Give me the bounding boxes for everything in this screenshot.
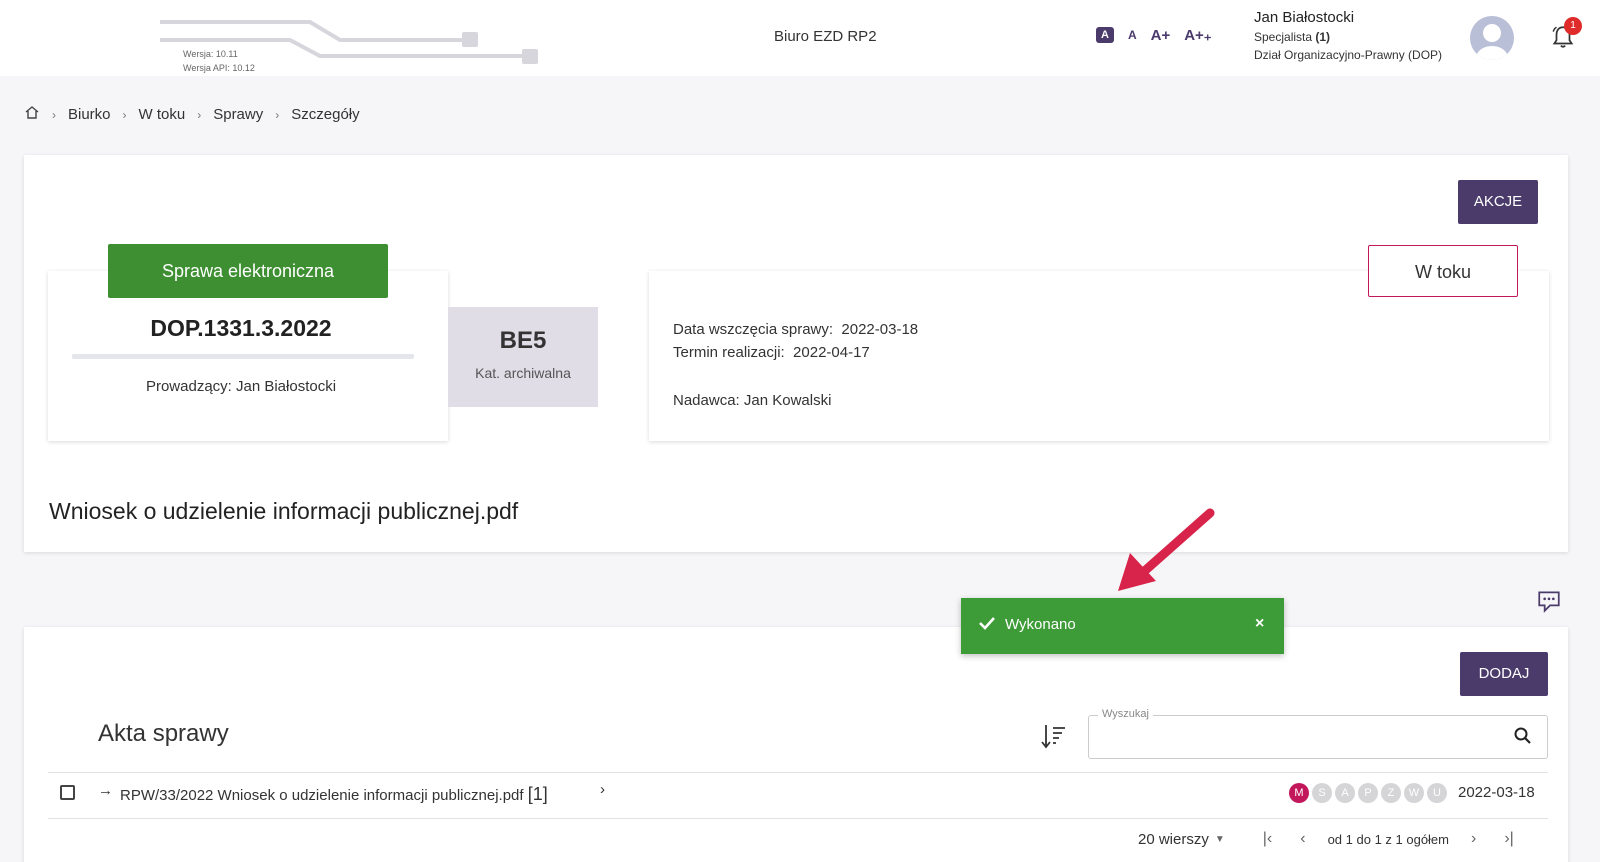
font-size-switcher: A A A+ A+₊ bbox=[1096, 26, 1212, 44]
search-input[interactable] bbox=[1088, 715, 1548, 759]
rows-per-page-select[interactable]: 20 wierszy bbox=[1138, 831, 1209, 848]
pagination: 20 wierszy ▼ |‹ ‹ od 1 do 1 z 1 ogółem ›… bbox=[1138, 830, 1528, 848]
breadcrumb: › Biurko › W toku › Sprawy › Szczegóły bbox=[24, 105, 360, 124]
check-icon bbox=[979, 616, 995, 634]
case-progress-bar bbox=[72, 354, 414, 359]
api-version-label: Wersja API: 10.12 bbox=[183, 63, 255, 73]
day-badge: U bbox=[1427, 783, 1447, 803]
archive-code: BE5 bbox=[499, 327, 547, 354]
font-size-normal[interactable]: A bbox=[1128, 28, 1137, 42]
annotation-arrow bbox=[1110, 505, 1220, 601]
day-badge: W bbox=[1404, 783, 1424, 803]
home-icon[interactable] bbox=[24, 105, 40, 124]
chevron-right-icon: › bbox=[197, 107, 202, 122]
user-name: Jan Białostocki bbox=[1254, 9, 1355, 26]
day-indicators: M S A P Z W U bbox=[1289, 783, 1447, 803]
app-title: Biuro EZD RP2 bbox=[774, 28, 877, 45]
top-header: Wersja: 10.11 Wersja API: 10.12 Biuro EZ… bbox=[0, 0, 1600, 76]
actions-button[interactable]: AKCJE bbox=[1458, 180, 1538, 224]
row-date: 2022-03-18 bbox=[1458, 784, 1535, 801]
arrow-right-icon: → bbox=[98, 782, 113, 799]
row-checkbox[interactable] bbox=[60, 785, 75, 800]
case-title: Wniosek o udzielenie informacji publiczn… bbox=[49, 498, 519, 524]
day-badge: S bbox=[1312, 783, 1332, 803]
last-page-icon[interactable]: ›| bbox=[1504, 830, 1513, 848]
font-size-large[interactable]: A+ bbox=[1151, 27, 1171, 44]
day-badge: Z bbox=[1381, 783, 1401, 803]
archive-category: BE5 Kat. archiwalna bbox=[448, 307, 598, 407]
chevron-right-icon: › bbox=[52, 107, 56, 122]
deadline-line: Termin realizacji: 2022-04-17 bbox=[673, 344, 870, 361]
chat-icon[interactable] bbox=[1536, 588, 1562, 614]
day-badge: P bbox=[1358, 783, 1378, 803]
user-department: Dział Organizacyjno-Prawny (DOP) bbox=[1254, 48, 1443, 62]
first-page-icon[interactable]: |‹ bbox=[1263, 830, 1272, 848]
prev-page-icon[interactable]: ‹ bbox=[1300, 830, 1305, 848]
version-label: Wersja: 10.11 bbox=[183, 49, 238, 59]
notification-badge: 1 bbox=[1564, 17, 1582, 35]
breadcrumb-sprawy[interactable]: Sprawy bbox=[213, 106, 263, 123]
font-size-default[interactable]: A bbox=[1096, 27, 1114, 43]
table-row[interactable]: → RPW/33/2022 Wniosek o udzielenie infor… bbox=[48, 773, 1548, 813]
chevron-right-icon[interactable]: › bbox=[600, 781, 605, 798]
add-button[interactable]: DODAJ bbox=[1460, 652, 1548, 696]
app-logo: Wersja: 10.11 Wersja API: 10.12 bbox=[160, 16, 560, 76]
next-page-icon[interactable]: › bbox=[1471, 830, 1476, 848]
archive-label: Kat. archiwalna bbox=[475, 365, 571, 381]
chevron-right-icon: › bbox=[122, 107, 127, 122]
font-size-xlarge[interactable]: A+₊ bbox=[1184, 26, 1212, 44]
breadcrumb-szczegoly: Szczegóły bbox=[291, 106, 360, 123]
files-title: Akta sprawy bbox=[98, 720, 229, 747]
close-icon[interactable]: × bbox=[1255, 615, 1264, 633]
breadcrumb-biurko[interactable]: Biurko bbox=[68, 106, 111, 123]
page-range: od 1 do 1 z 1 ogółem bbox=[1327, 831, 1449, 847]
day-badge: M bbox=[1289, 783, 1309, 803]
caret-down-icon[interactable]: ▼ bbox=[1215, 834, 1225, 845]
user-info[interactable]: Jan Białostocki Specjalista (1) Dział Or… bbox=[1254, 9, 1442, 62]
divider bbox=[48, 818, 1548, 819]
start-date-line: Data wszczęcia sprawy: 2022-03-18 bbox=[673, 321, 919, 338]
user-role: Specjalista (1) bbox=[1254, 30, 1331, 44]
success-toast: Wykonano × bbox=[961, 598, 1284, 654]
case-lead: Prowadzący: Jan Białostocki bbox=[145, 378, 337, 395]
breadcrumb-w-toku[interactable]: W toku bbox=[139, 106, 186, 123]
chevron-right-icon: › bbox=[275, 107, 280, 122]
avatar[interactable] bbox=[1470, 16, 1514, 60]
search-label: Wyszukaj bbox=[1098, 708, 1153, 720]
case-number: DOP.1331.3.2022 bbox=[150, 315, 332, 341]
sort-icon[interactable] bbox=[1040, 722, 1066, 750]
toast-message: Wykonano bbox=[1005, 616, 1076, 633]
search-icon[interactable] bbox=[1514, 727, 1532, 749]
case-type-label: Sprawa elektroniczna bbox=[108, 244, 388, 298]
day-badge: A bbox=[1335, 783, 1355, 803]
status-button[interactable]: W toku bbox=[1368, 245, 1518, 297]
row-title[interactable]: RPW/33/2022 Wniosek o udzielenie informa… bbox=[120, 784, 548, 805]
sender-line: Nadawca: Jan Kowalski bbox=[673, 392, 832, 409]
